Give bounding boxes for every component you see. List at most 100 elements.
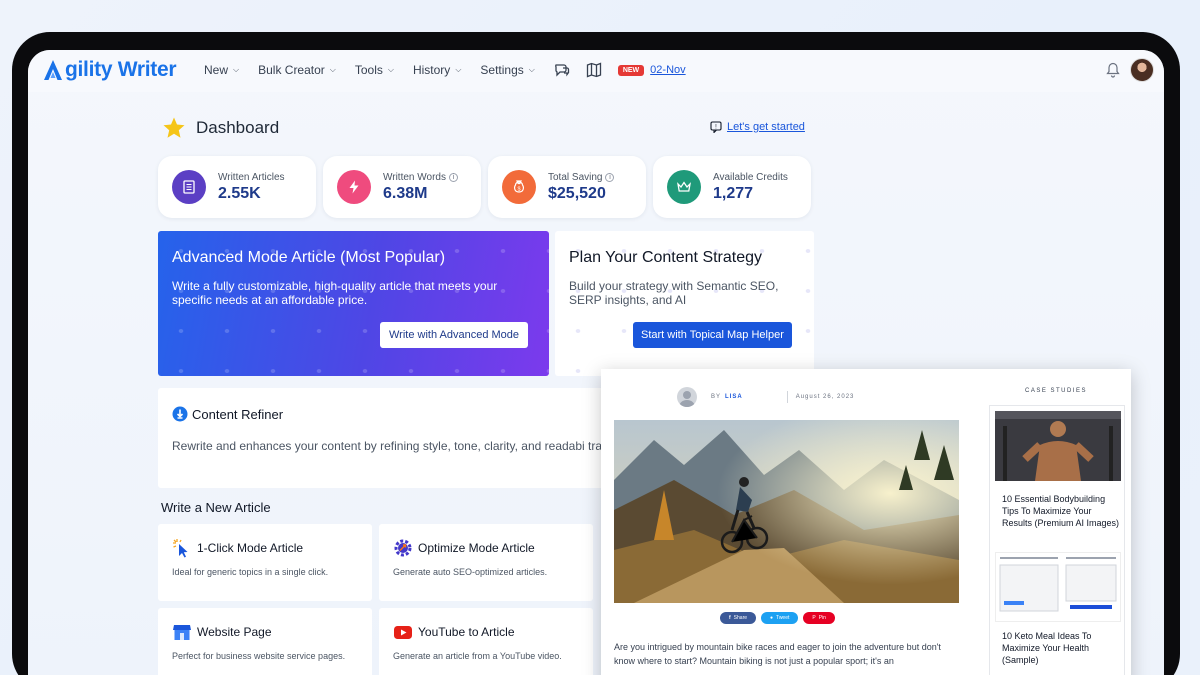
byline-prefix: BY [711,394,722,400]
bell-icon[interactable] [1106,62,1120,78]
stats-row: Written Articles 2.55K Written Words i 6.… [158,156,811,218]
article-card-title: YouTube to Article [393,622,579,642]
refine-icon [172,406,188,422]
nav-item-label: New [204,63,229,77]
article-card-desc: Generate an article from a YouTube video… [393,651,562,661]
page-title: Dashboard [196,118,280,137]
get-started-label: Let's get started [727,121,805,133]
advanced-mode-card[interactable]: Advanced Mode Article (Most Popular) Wri… [158,231,549,376]
logo-text: gility Writer [65,58,177,81]
author-avatar [677,387,697,407]
share-label: Tweet [776,615,790,621]
youtube-to-article-card[interactable]: YouTube to Article Generate an article f… [379,608,593,675]
chat-icon[interactable] [554,62,570,78]
cursor-click-icon [173,539,188,558]
nav-item-tools[interactable]: Tools ⌵ [355,63,394,77]
article-card-label: 1-Click Mode Article [197,541,304,555]
article-meta: BY LISA August 26, 2023 [677,387,854,407]
info-icon[interactable]: i [448,172,458,182]
nav-item-label: Bulk Creator [258,63,325,77]
nav-menu: New ⌵ Bulk Creator ⌵ Tools ⌵ History ⌵ Setti… [204,62,686,78]
chevron-down-icon: ⌵ [387,65,394,74]
one-click-mode-card[interactable]: 1-Click Mode Article Ideal for generic t… [158,524,372,601]
youtube-icon [394,626,412,639]
stat-label: Available Credits [713,171,788,183]
get-started-link[interactable]: ! Let's get started [710,121,805,133]
article-card-desc: Generate auto SEO-optimized articles. [393,567,548,577]
star-icon [163,117,185,138]
share-label: Pin [818,615,826,621]
facebook-share-button[interactable]: f Share [720,612,757,624]
top-navbar: gility Writer New ⌵ Bulk Creator ⌵ Tools ⌵ … [28,50,1164,92]
section-title: Write a New Article [161,500,271,515]
stat-label: Written Words i [383,172,458,183]
storefront-icon [173,625,191,640]
nav-item-bulk-creator[interactable]: Bulk Creator ⌵ [258,63,336,77]
share-buttons: f Share ● Tweet P Pin [720,612,835,624]
nav-item-label: History [412,63,451,77]
article-date: August 26, 2023 [795,394,855,400]
help-chat-icon: ! [710,121,722,133]
article-card-title: 1-Click Mode Article [172,538,358,558]
user-avatar[interactable] [1130,58,1154,82]
crown-icon [667,170,701,204]
dashboard-header: Dashboard [162,116,279,140]
share-label: Share [733,615,748,621]
meta-divider [786,391,788,403]
case-studies-sidebar: 10 Essential Bodybuilding Tips To Maximi… [989,405,1125,675]
case-study-title[interactable]: 10 Essential Bodybuilding Tips To Maximi… [1002,493,1120,529]
pinterest-icon: P [812,615,816,621]
facebook-icon: f [729,615,731,621]
stat-value: 2.55K [218,184,261,202]
chevron-down-icon: ⌵ [329,65,336,74]
stat-label-text: Written Words [383,171,446,183]
chevron-down-icon: ⌵ [455,65,462,74]
bodybuilding-photo [995,411,1121,481]
document-icon [172,170,206,204]
mountain-bike-photo [614,420,959,603]
case-studies-heading: CASE STUDIES [1024,388,1087,394]
gear-optimize-icon [394,539,412,557]
twitter-share-button[interactable]: ● Tweet [761,612,799,624]
stat-card-total-saving: $ Total Saving i $25,520 [488,156,646,218]
logo[interactable]: gility Writer [42,58,177,82]
advanced-mode-title: Advanced Mode Article (Most Popular) [172,249,446,266]
nav-item-history[interactable]: History ⌵ [413,63,461,77]
nav-item-settings[interactable]: Settings ⌵ [480,63,534,77]
article-card-desc: Perfect for business website service pag… [172,651,346,661]
content-refiner-title: Content Refiner [192,406,284,422]
nav-item-new[interactable]: New ⌵ [204,63,239,77]
stat-value: 6.38M [383,184,428,202]
stat-card-available-credits: Available Credits 1,277 [653,156,811,218]
article-card-label: Optimize Mode Article [418,541,535,555]
article-card-title: Website Page [172,622,358,642]
content-strategy-card[interactable]: Plan Your Content Strategy Build your st… [555,231,814,376]
optimize-mode-card[interactable]: Optimize Mode Article Generate auto SEO-… [379,524,593,601]
pinterest-share-button[interactable]: P Pin [803,612,835,624]
author-name: LISA [725,394,743,400]
article-card-label: YouTube to Article [418,625,515,639]
advanced-mode-desc: Write a fully customizable, high-quality… [172,279,498,307]
write-advanced-mode-button[interactable]: Write with Advanced Mode [380,322,529,348]
money-bag-icon: $ [502,170,536,204]
content-strategy-title: Plan Your Content Strategy [569,249,763,266]
article-card-title: Optimize Mode Article [393,538,579,558]
topical-map-helper-button[interactable]: Start with Topical Map Helper [633,322,792,348]
sample-article-preview: BY LISA August 26, 2023 f Share ● Tweet … [601,369,1131,675]
info-icon[interactable]: i [605,172,615,182]
stat-card-written-words: Written Words i 6.38M [323,156,481,218]
content-strategy-desc: Build your strategy with Semantic SEO, S… [569,279,779,307]
website-page-card[interactable]: Website Page Perfect for business websit… [158,608,372,675]
chevron-down-icon: ⌵ [528,65,535,74]
stat-card-written-articles: Written Articles 2.55K [158,156,316,218]
case-study-title[interactable]: 10 Keto Meal Ideas To Maximize Your Heal… [1002,630,1120,666]
article-card-label: Website Page [197,625,272,639]
twitter-icon: ● [770,615,774,621]
stat-label: Written Articles [218,171,285,183]
logo-a-icon [44,60,62,80]
map-icon[interactable] [586,62,602,78]
chevron-down-icon: ⌵ [233,65,240,74]
changelog-date-link[interactable]: 02-Nov [650,64,685,76]
stat-label: Total Saving i [548,172,615,183]
keto-meal-thumbnail [995,552,1121,622]
